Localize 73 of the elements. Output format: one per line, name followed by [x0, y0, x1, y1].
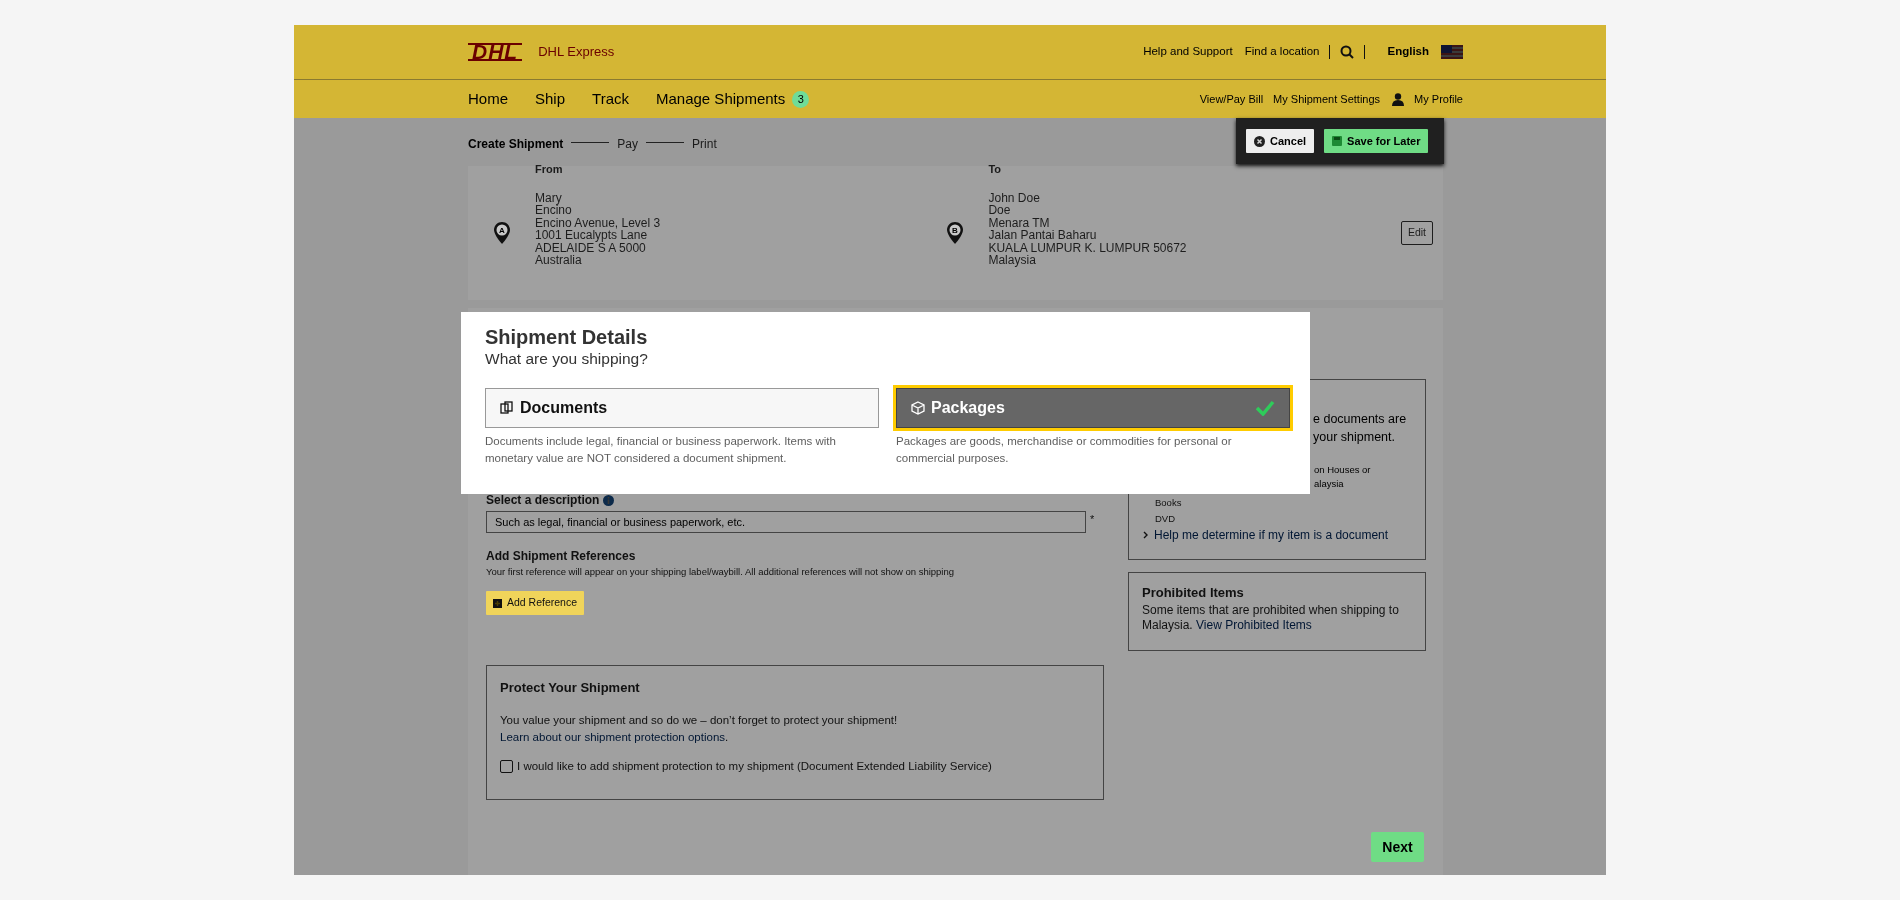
- step-label: Create Shipment: [468, 136, 564, 153]
- brand-name: DHL Express: [538, 43, 615, 62]
- nav-link[interactable]: Home: [468, 87, 508, 111]
- checkbox-label: I would like to add shipment protection to my shipment (Document Extended Liability Service): [517, 758, 992, 774]
- option-button[interactable]: Packages: [896, 388, 1290, 428]
- prohibited-link[interactable]: View Prohibited Items: [1196, 617, 1312, 632]
- address-line: KUALA LUMPUR K. LUMPUR 50672: [988, 241, 1187, 255]
- help-link[interactable]: Help me determine if my item is a document: [1154, 527, 1389, 543]
- edit-button[interactable]: Edit: [1400, 221, 1433, 245]
- nav-link[interactable]: Ship: [535, 87, 566, 111]
- nav-link[interactable]: Manage Shipments: [656, 87, 786, 111]
- option-button[interactable]: Documents: [485, 388, 879, 428]
- search-icon[interactable]: [1340, 45, 1355, 59]
- info-text: on Houses or: [1314, 463, 1371, 477]
- floppy-icon: [1332, 136, 1343, 146]
- address-line: Menara TM: [988, 216, 1051, 230]
- section-title: Prohibited Items: [1142, 584, 1245, 602]
- account-link[interactable]: View/Pay Bill: [1199, 90, 1264, 108]
- cancel-button[interactable]: Cancel: [1246, 128, 1315, 154]
- chevron-icon: [1143, 531, 1148, 539]
- address-line: Australia: [535, 254, 583, 267]
- check-icon: [1255, 400, 1275, 416]
- account-link[interactable]: My Profile: [1414, 90, 1463, 108]
- modal-subtitle: What are you shipping?: [485, 349, 649, 368]
- example-item: DVD: [1154, 512, 1177, 526]
- example-item: Books: [1154, 496, 1183, 510]
- address-line: Malaysia: [988, 254, 1037, 267]
- info-text: alaysia: [1314, 477, 1344, 491]
- location-pin-icon: A: [494, 222, 510, 244]
- address-line: John Doe: [988, 191, 1041, 205]
- location-pin-icon: B: [947, 222, 964, 244]
- address-heading: To: [988, 162, 1003, 178]
- count-badge: 3: [792, 90, 810, 108]
- description-field[interactable]: Such as legal, financial or business paperwork, etc.: [486, 511, 1086, 533]
- info-icon: [603, 494, 615, 506]
- hint-text: Your first reference will appear on your shipping label/waybill. All additional references will not show on shipping: [486, 565, 956, 579]
- flag-icon: [1441, 45, 1463, 59]
- next-button[interactable]: Next: [1371, 832, 1424, 862]
- checkbox[interactable]: [500, 759, 513, 773]
- section-title: Add Shipment References: [486, 548, 637, 565]
- account-link[interactable]: My Shipment Settings: [1273, 90, 1381, 108]
- address-line: 1001 Eucalypts Lane: [535, 229, 649, 242]
- modal-title: Shipment Details: [485, 326, 649, 349]
- address-line: Encino: [535, 204, 573, 217]
- required-mark: *: [1090, 512, 1095, 527]
- step-label: Print: [692, 136, 717, 153]
- header-link[interactable]: Find a location: [1244, 43, 1320, 61]
- field-label: Select a description: [486, 492, 600, 509]
- paragraph: Some items that are prohibited when shipping to Malaysia. View Prohibited Items: [1142, 602, 1400, 633]
- address-line: ADELAIDE S A 5000: [535, 241, 647, 255]
- address-line: Mary: [535, 191, 562, 205]
- save-button[interactable]: Save for Later: [1324, 128, 1429, 154]
- address-line: Encino Avenue, Level 3: [535, 216, 661, 230]
- info-text: your shipment.: [1313, 429, 1395, 446]
- nav-link[interactable]: Track: [592, 87, 629, 111]
- close-icon: [1254, 135, 1265, 147]
- add-reference-button[interactable]: Add Reference: [486, 591, 585, 615]
- box-icon: [911, 401, 925, 415]
- step-label: Pay: [617, 136, 639, 153]
- option-description: Packages are goods, merchandise or commodities for personal or commercial purposes.: [896, 434, 1233, 466]
- plus-icon: [493, 598, 502, 608]
- address-line: Jalan Pantai Baharu: [988, 229, 1098, 242]
- option-description: Documents include legal, financial or business paperwork. Items with monetary value are NOT considered a document shipment.: [485, 434, 837, 466]
- user-icon: [1392, 92, 1405, 106]
- section-title: Protect Your Shipment: [500, 679, 641, 697]
- info-text: e documents are: [1313, 411, 1407, 428]
- language-selector[interactable]: English: [1387, 43, 1429, 61]
- paragraph: You value your shipment and so do we – don’t forget to protect your shipment! Learn about our shipment protection options.: [500, 712, 899, 745]
- documents-icon: [500, 401, 514, 415]
- logo[interactable]: DHL: [468, 43, 523, 61]
- header-link[interactable]: Help and Support: [1143, 43, 1233, 61]
- address-line: Doe: [988, 204, 1012, 217]
- address-heading: From: [535, 162, 564, 178]
